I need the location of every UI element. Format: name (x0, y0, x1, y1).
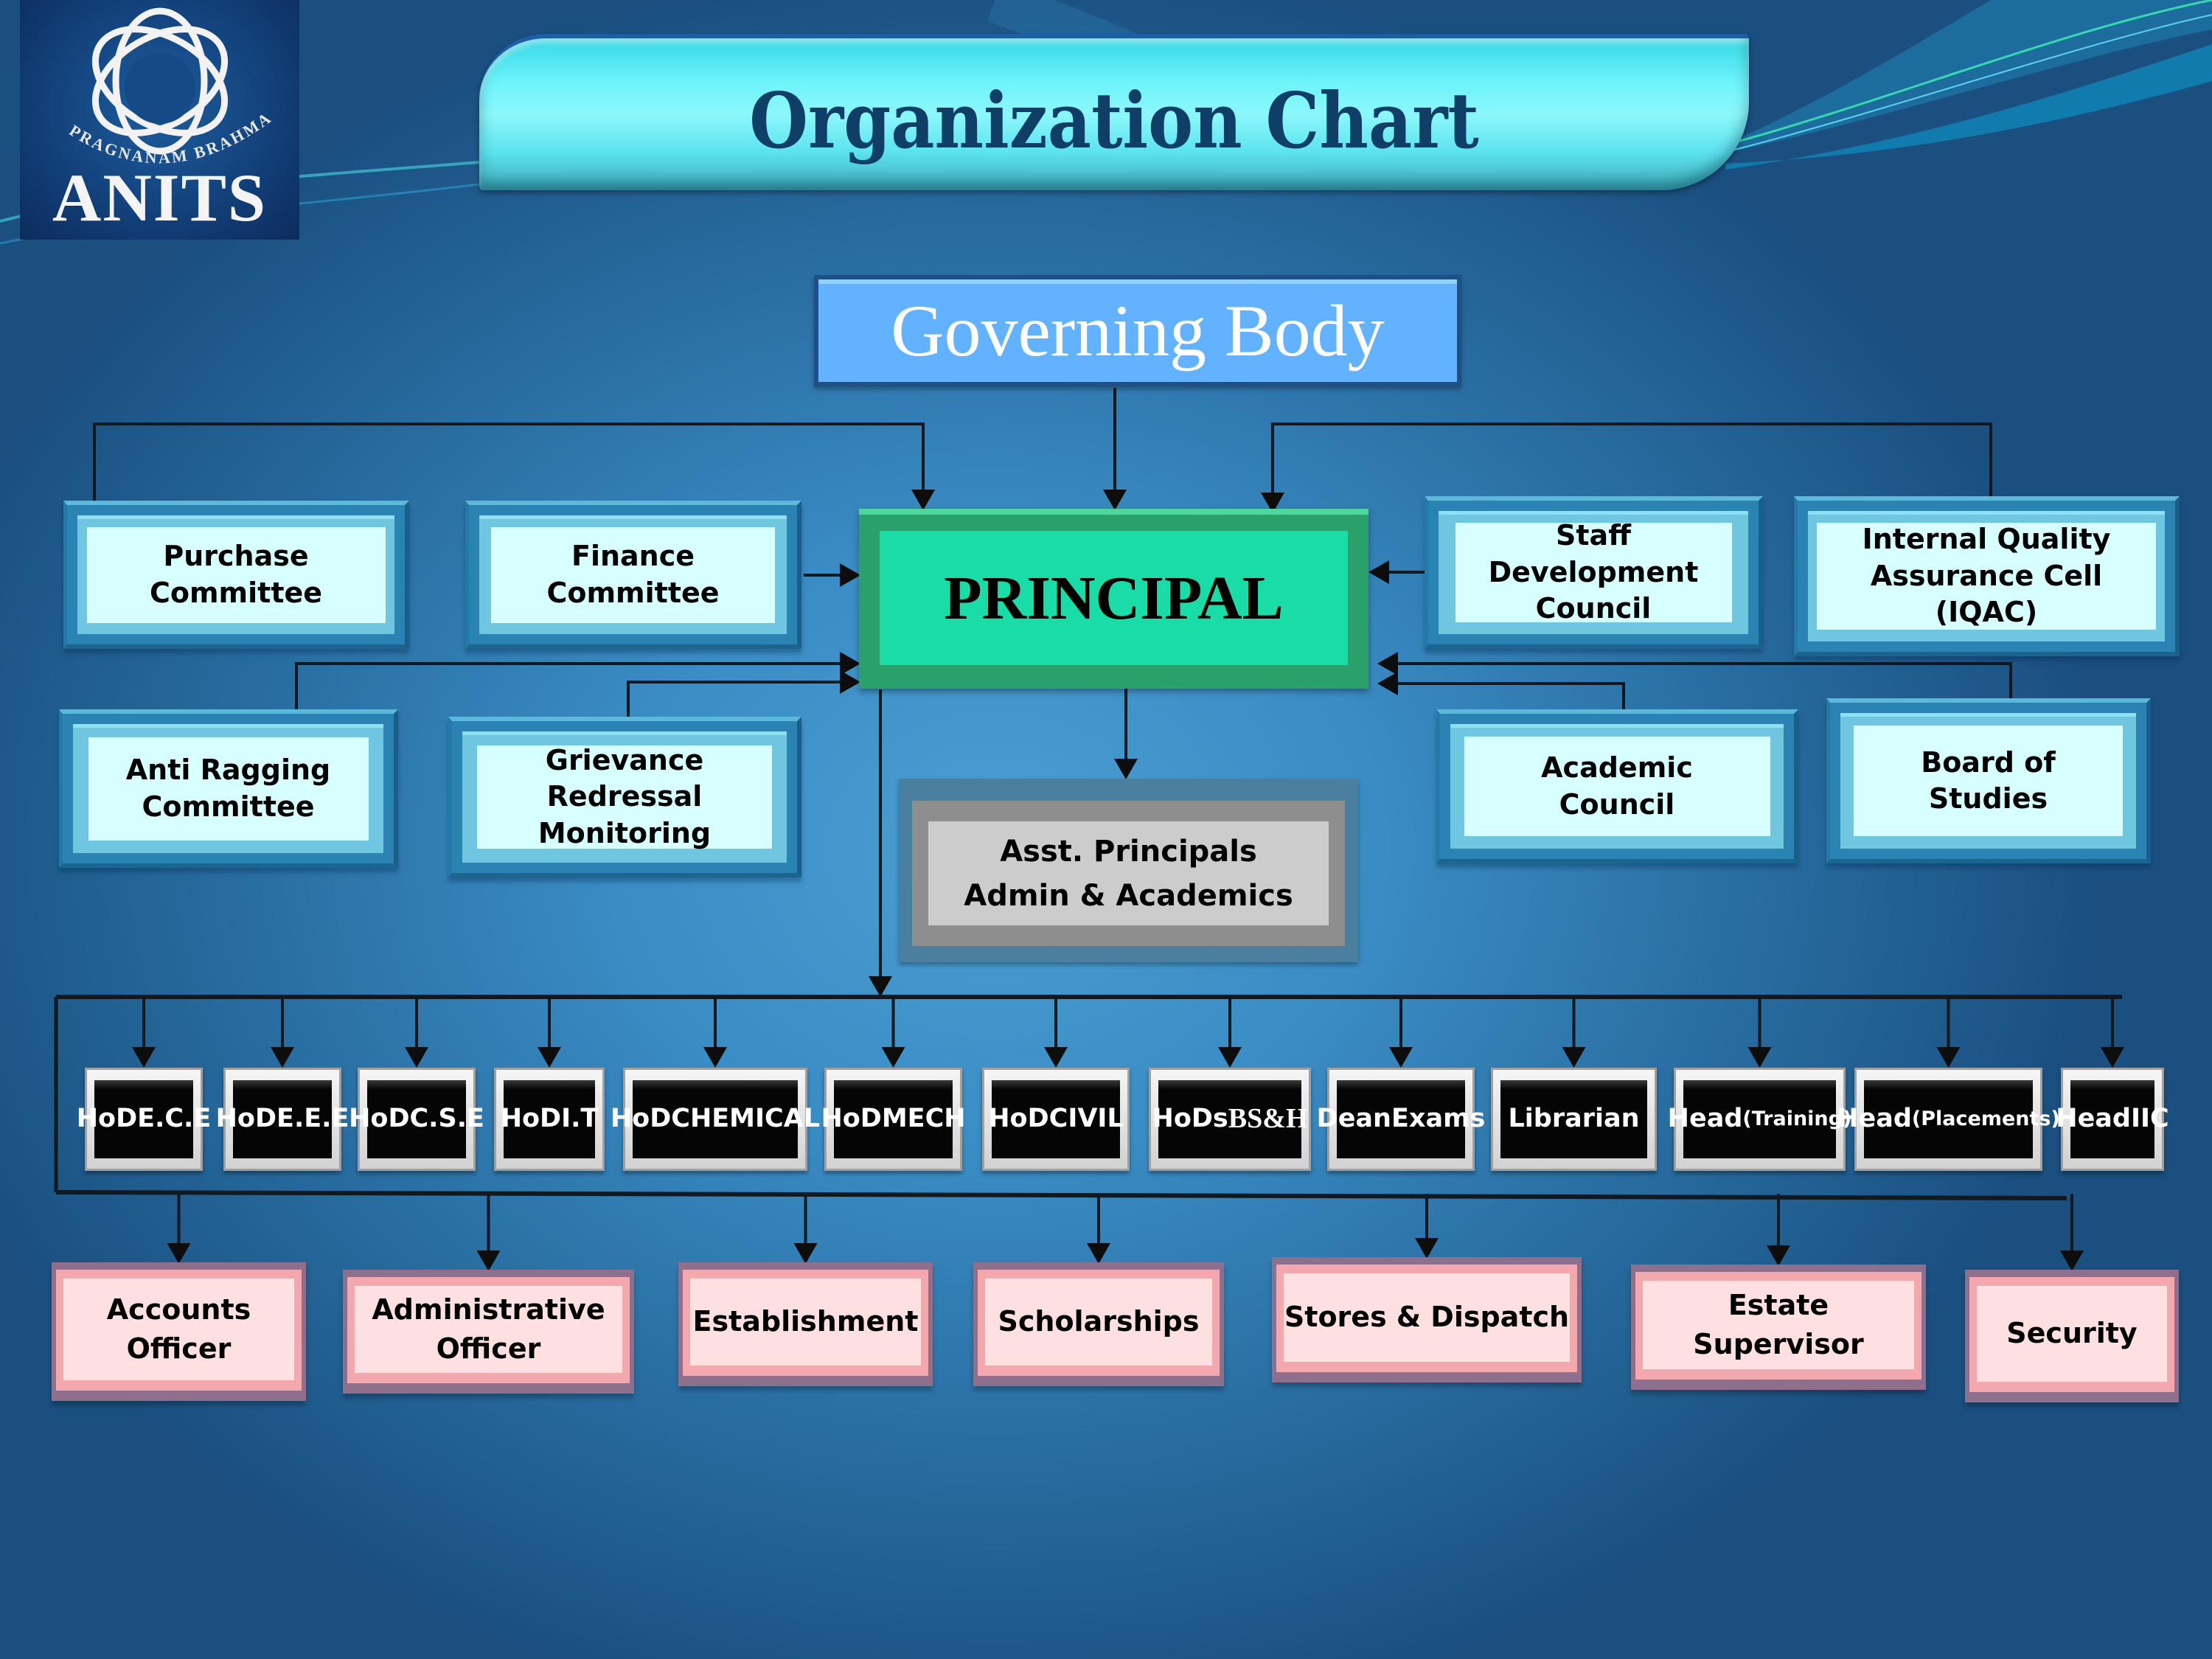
title-banner: Organization Chart (479, 34, 1749, 190)
anits-logo: PRAGNANAM BRAHMA ANITS (20, 0, 299, 240)
academic-council-label: Academic Council (1464, 737, 1770, 836)
admin-unit-box[interactable]: Administrative Officer (343, 1270, 634, 1394)
admin-unit-label: Stores & Dispatch (1284, 1273, 1570, 1362)
dept-head-box[interactable]: HoD CHEMICAL (611, 1068, 820, 1171)
admin-unit-label: Security (1977, 1286, 2167, 1382)
dept-head-box[interactable]: HoD C.S.E (349, 1068, 484, 1171)
dept-head-unit: (Training) (1742, 1107, 1852, 1130)
dept-head-label: HoD CHEMICAL (611, 1080, 820, 1158)
iqac-box[interactable]: Internal Quality Assurance Cell (IQAC) (1794, 496, 2180, 656)
dept-head-label: HoD MECH (821, 1080, 966, 1158)
purchase-committee-box[interactable]: Purchase Committee (63, 501, 409, 649)
dept-head-unit: E.C.E (137, 1104, 212, 1134)
dept-head-box[interactable]: HoD CIVIL (982, 1068, 1130, 1171)
dept-head-label: Head (Placements) (1837, 1080, 2060, 1158)
dept-head-unit: BS&H (1228, 1103, 1308, 1135)
iqac-label: Internal Quality Assurance Cell (IQAC) (1817, 523, 2156, 630)
dept-head-unit: (Placements) (1911, 1107, 2060, 1130)
dept-head-title: HoDs (1152, 1104, 1228, 1134)
principal-box[interactable]: PRINCIPAL (859, 509, 1368, 689)
dept-head-title: HoD (76, 1104, 138, 1134)
dept-head-unit: Exams (1391, 1104, 1486, 1134)
dept-head-box[interactable]: HoD E.C.E (77, 1068, 211, 1171)
page-title: Organization Chart (749, 75, 1479, 166)
dept-head-label: HoD E.C.E (77, 1080, 211, 1158)
dept-head-unit: IIC (2130, 1104, 2169, 1134)
governing-body-box[interactable]: Governing Body (814, 275, 1461, 386)
dept-head-box[interactable]: HoD I.T (494, 1068, 605, 1171)
dept-head-label: Head (Training) (1668, 1080, 1851, 1158)
dept-head-unit: C.S.E (409, 1104, 484, 1134)
dept-head-box[interactable]: HoDs BS&H (1149, 1068, 1311, 1171)
dept-head-title: Head (1837, 1104, 1912, 1134)
dept-head-title: HoD (215, 1104, 277, 1134)
dept-head-unit: CIVIL (1048, 1104, 1124, 1134)
dept-head-unit: E.E.E (276, 1104, 349, 1134)
dept-head-box[interactable]: Head IIC (2056, 1068, 2169, 1171)
dept-head-title: HoD (349, 1104, 410, 1134)
dept-head-title: HoD (988, 1104, 1049, 1134)
asst-principals-box[interactable]: Asst. Principals Admin & Academics (899, 779, 1358, 962)
admin-unit-label: Estate Supervisor (1643, 1281, 1914, 1369)
admin-unit-box[interactable]: Establishment (678, 1262, 933, 1386)
dept-head-label: HoD E.E.E (216, 1080, 349, 1158)
admin-unit-label: Accounts Officer (63, 1279, 294, 1380)
dept-head-unit: I.T (561, 1104, 599, 1134)
dept-head-box[interactable]: HoD MECH (821, 1068, 966, 1171)
academic-council-box[interactable]: Academic Council (1436, 709, 1798, 863)
dept-head-box[interactable]: Librarian (1491, 1068, 1657, 1171)
admin-unit-box[interactable]: Stores & Dispatch (1272, 1257, 1582, 1382)
anti-ragging-committee-box[interactable]: Anti Ragging Committee (59, 709, 398, 868)
dept-head-label: Librarian (1500, 1080, 1647, 1158)
dept-head-box[interactable]: Head (Training) (1668, 1068, 1851, 1171)
dept-head-title: Dean (1316, 1104, 1391, 1134)
admin-unit-label: Scholarships (985, 1279, 1212, 1366)
principal-label: PRINCIPAL (944, 563, 1284, 633)
dept-head-unit: MECH (881, 1104, 966, 1134)
finance-committee-label: Finance Committee (491, 526, 775, 623)
dept-head-title: Librarian (1508, 1104, 1640, 1134)
admin-unit-box[interactable]: Estate Supervisor (1631, 1265, 1926, 1390)
admin-unit-box[interactable]: Accounts Officer (52, 1262, 306, 1401)
dept-head-label: HoD C.S.E (349, 1080, 484, 1158)
dept-head-label: HoDs BS&H (1152, 1080, 1307, 1158)
finance-committee-box[interactable]: Finance Committee (465, 501, 801, 649)
grievance-redressal-box[interactable]: Grievance Redressal Monitoring (448, 717, 801, 877)
admin-unit-label: Administrative Officer (355, 1286, 622, 1373)
staff-development-council-box[interactable]: Staff Development Council (1425, 496, 1763, 649)
purchase-committee-label: Purchase Committee (86, 526, 386, 623)
dept-head-title: Head (1667, 1104, 1743, 1134)
admin-unit-box[interactable]: Scholarships (973, 1262, 1224, 1386)
grievance-redressal-label: Grievance Redressal Monitoring (477, 744, 772, 849)
dept-head-label: HoD CIVIL (988, 1080, 1124, 1158)
anti-ragging-committee-label: Anti Ragging Committee (88, 737, 369, 841)
dept-head-title: Head (2056, 1104, 2131, 1134)
dept-head-title: HoD (500, 1104, 562, 1134)
asst-principals-label: Asst. Principals Admin & Academics (928, 821, 1329, 925)
board-of-studies-box[interactable]: Board of Studies (1826, 698, 2151, 863)
dept-head-box[interactable]: Head (Placements) (1837, 1068, 2060, 1171)
dept-head-title: HoD (821, 1104, 882, 1134)
dept-head-box[interactable]: HoD E.E.E (216, 1068, 349, 1171)
logo-name: ANITS (52, 160, 268, 235)
dept-head-box[interactable]: Dean Exams (1317, 1068, 1485, 1171)
dept-head-label: HoD I.T (500, 1080, 599, 1158)
admin-unit-box[interactable]: Security (1965, 1270, 2179, 1402)
dept-head-title: HoD (610, 1104, 672, 1134)
dept-head-unit: CHEMICAL (671, 1104, 821, 1134)
staff-development-council-label: Staff Development Council (1455, 519, 1732, 625)
dept-head-label: Head IIC (2056, 1080, 2169, 1158)
admin-unit-label: Establishment (690, 1279, 921, 1366)
board-of-studies-label: Board of Studies (1854, 726, 2123, 836)
governing-body-label: Governing Body (891, 290, 1385, 372)
dept-head-label: Dean Exams (1317, 1080, 1485, 1158)
